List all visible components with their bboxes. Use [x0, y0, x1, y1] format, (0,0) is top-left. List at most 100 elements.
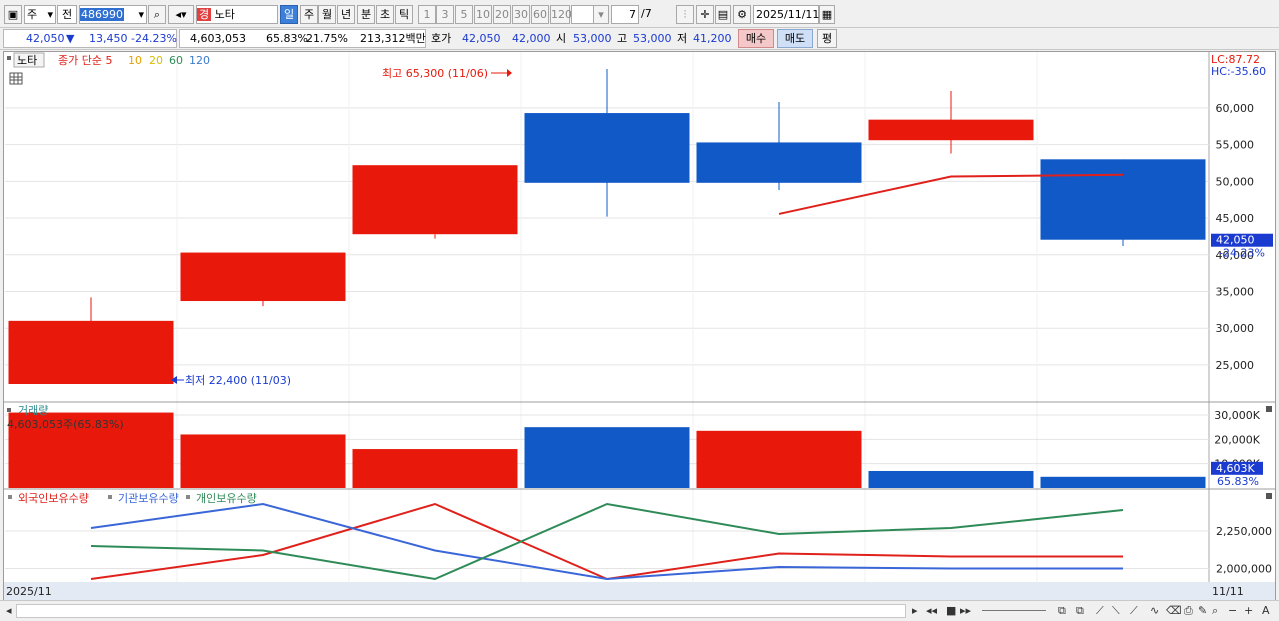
interval-button-60[interactable]: 60 [531, 5, 549, 24]
interval-button-10[interactable]: 10 [474, 5, 492, 24]
candle-body [1040, 159, 1206, 240]
holdings-tick-label: 2,000,000 [1216, 563, 1272, 576]
candle-body [352, 165, 518, 235]
line-tool-icon[interactable]: ⟋ [1096, 604, 1104, 618]
bid-price: 42,000 [512, 32, 551, 45]
price-tick-label: 35,000 [1216, 285, 1255, 298]
volume-current-pct: 65.83% [1217, 475, 1259, 488]
price-tick-label: 25,000 [1216, 359, 1255, 372]
prev-button[interactable]: 전 [57, 5, 77, 24]
period-button-0[interactable]: 일 [280, 5, 298, 24]
candle-body [524, 113, 690, 183]
chevron-down-icon: ▾ [47, 8, 53, 21]
max-arrow-head [507, 69, 512, 77]
candle-icon[interactable]: ⫶ [676, 5, 694, 24]
interval-button-30[interactable]: 30 [512, 5, 530, 24]
chart-area[interactable]: 25,000 30,000 35,000 40,000 45,000 50,000 55,0… [3, 51, 1276, 601]
code-input[interactable]: 486990 ▾ [79, 5, 147, 24]
volume-bar [180, 434, 346, 488]
x-axis-end-label: 11/11 [1212, 585, 1244, 598]
candle-body [8, 320, 174, 384]
market-badge: 경 [197, 8, 212, 21]
interval-button-20[interactable]: 20 [493, 5, 511, 24]
open-price: 53,000 [573, 32, 612, 45]
period-button-6[interactable]: 틱 [395, 5, 413, 24]
volume-note: 4,603,053주(65.83%) [7, 418, 124, 431]
code-value: 486990 [80, 8, 124, 21]
text-size-icon[interactable]: A [1262, 604, 1270, 617]
interval-button-1[interactable]: 1 [418, 5, 436, 24]
legend-bullet [7, 408, 11, 412]
rewind-icon[interactable]: ◂◂ [926, 604, 937, 617]
chart-title: 노타 [17, 54, 37, 67]
pane-close-icon [1266, 493, 1272, 499]
buy-button[interactable]: 매수 [738, 29, 774, 48]
zoom-out-icon[interactable]: − [1228, 604, 1237, 617]
high-price: 53,000 [633, 32, 672, 45]
scroll-right-icon[interactable]: ▸ [912, 604, 918, 617]
volume: 4,603,053 [190, 32, 246, 45]
interval-button-120[interactable]: 120 [550, 5, 572, 24]
current-price-label: 42,050 [1216, 234, 1255, 247]
period-button-3[interactable]: 년 [337, 5, 355, 24]
draw-icon[interactable]: ⟋ [1130, 604, 1138, 618]
stock-name-field[interactable]: 경 노타 [196, 5, 278, 24]
volume-bar [868, 470, 1034, 488]
chevron-down-icon[interactable]: ▾ [593, 5, 609, 24]
ask-label: 호가 [431, 32, 452, 45]
interval-button-3[interactable]: 3 [436, 5, 454, 24]
search-icon[interactable]: ⌕ [1212, 604, 1218, 618]
zoom-in-icon[interactable]: + [1244, 604, 1253, 617]
edit-icon[interactable]: ✎ [1198, 604, 1207, 617]
holdings-legend-item: 외국인보유수량 [18, 492, 89, 505]
print-icon[interactable]: ⎙ [1184, 604, 1193, 618]
current-pct-label: -24.23% [1219, 247, 1265, 260]
period-button-1[interactable]: 주 [300, 5, 318, 24]
bottom-scrollbar[interactable]: ◂ ▸ ◂◂ ■ ▸▸ ⧉ ⧉ ⟋ ⟍ ⟋ ∿ ⌫ ⎙ ✎ ⌕ − + A [0, 600, 1279, 621]
gear-icon[interactable]: ⚙ [733, 5, 751, 24]
volume-current-label: 4,603K [1216, 462, 1255, 475]
low-label: 저 [677, 32, 688, 45]
calendar-icon[interactable]: ▦ [819, 5, 835, 24]
zoom-slider[interactable] [982, 610, 1046, 611]
min-price-label: 최저 22,400 (11/03) [185, 374, 291, 387]
layout-icon[interactable]: ⧉ [1058, 604, 1066, 618]
candle-body [180, 252, 346, 302]
period-button-4[interactable]: 분 [357, 5, 375, 24]
stock-name: 노타 [214, 8, 235, 21]
save-icon[interactable]: ▤ [715, 5, 731, 24]
legend-bullet [108, 495, 112, 499]
sell-button[interactable]: 매도 [777, 29, 813, 48]
date-input[interactable]: 2025/11/11 [753, 5, 819, 24]
legend-item: 10 [128, 54, 142, 67]
crosshair-icon[interactable]: ✛ [696, 5, 714, 24]
price-tick-label: 50,000 [1216, 175, 1255, 188]
search-icon[interactable]: ⌕ [148, 5, 166, 24]
speaker-icon[interactable]: ◂▾ [168, 5, 194, 24]
turnover: 21.75% [306, 32, 348, 45]
fast-forward-icon[interactable]: ▸▸ [960, 604, 971, 617]
eraser-icon[interactable]: ⌫ [1166, 604, 1182, 617]
price-tick-label: 30,000 [1216, 322, 1255, 335]
trend-icon[interactable]: ⟍ [1112, 604, 1120, 618]
period-button-5[interactable]: 초 [376, 5, 394, 24]
amount: 213,312백만 [360, 32, 426, 45]
open-label: 시 [556, 32, 567, 45]
volume-title: 거래량 [18, 404, 48, 417]
scroll-track[interactable] [16, 604, 906, 618]
count-input[interactable]: 7 [611, 5, 639, 24]
candle-body [868, 119, 1034, 141]
scroll-left-icon[interactable]: ◂ [6, 604, 12, 617]
eval-button[interactable]: 평 [817, 29, 837, 48]
window-icon[interactable]: ▣ [4, 5, 22, 24]
volume-tick-label: 20,000K [1214, 433, 1260, 446]
stop-icon[interactable]: ■ [946, 604, 956, 617]
max-price-label: 최고 65,300 (11/06) [382, 67, 488, 80]
ask-price: 42,050 [462, 32, 501, 45]
wave-icon[interactable]: ∿ [1150, 604, 1159, 617]
period-button-2[interactable]: 월 [318, 5, 336, 24]
code-type-select[interactable]: 주 ▾ [24, 5, 56, 24]
legend-item: 60 [169, 54, 183, 67]
copy-icon[interactable]: ⧉ [1076, 604, 1084, 618]
interval-button-5[interactable]: 5 [455, 5, 473, 24]
